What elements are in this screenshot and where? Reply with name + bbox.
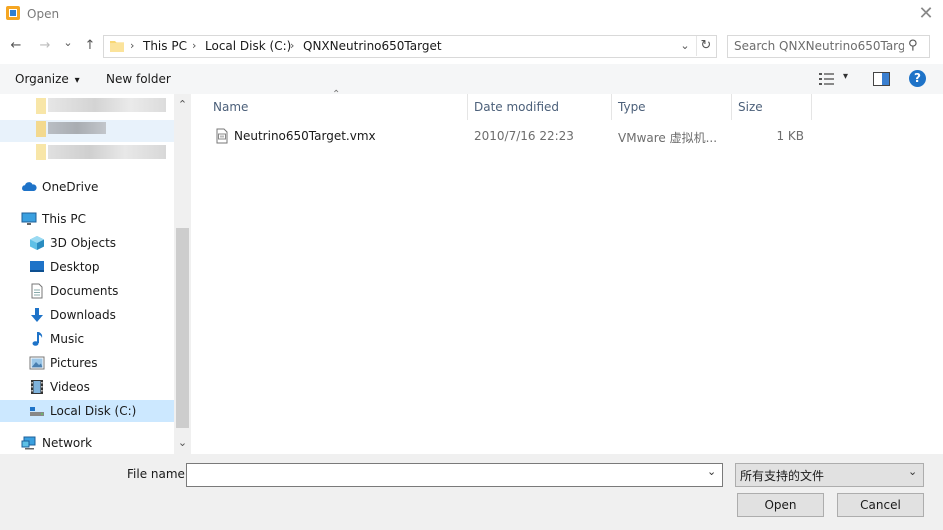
sidebar-item-local-disk[interactable]: Local Disk (C:) — [0, 400, 174, 422]
column-divider[interactable] — [811, 94, 812, 120]
column-divider[interactable] — [731, 94, 732, 120]
column-header-size[interactable]: Size — [738, 100, 763, 114]
organize-label: Organize — [15, 72, 69, 86]
organize-button[interactable]: Organize ▾ — [15, 72, 80, 86]
up-button[interactable]: ↑ — [80, 36, 100, 56]
vmx-file-icon — [216, 128, 228, 144]
search-box[interactable]: ⚲ — [727, 35, 930, 58]
file-date-modified: 2010/7/16 22:23 — [474, 129, 574, 143]
folder-icon — [110, 41, 124, 52]
address-dropdown-button[interactable]: ⌄ — [677, 36, 693, 56]
breadcrumb-local-disk[interactable]: Local Disk (C:) — [205, 39, 291, 53]
network-icon — [21, 436, 36, 450]
sidebar-scrollbar-thumb[interactable] — [176, 228, 189, 428]
sidebar-item-music[interactable]: Music — [0, 328, 174, 350]
sidebar-item-videos[interactable]: Videos — [0, 376, 174, 398]
breadcrumb-separator: › — [192, 39, 197, 52]
breadcrumb-current-folder[interactable]: QNXNeutrino650Target — [303, 39, 442, 53]
file-size: 1 KB — [776, 129, 804, 143]
column-divider[interactable] — [611, 94, 612, 120]
sort-ascending-icon: ⌃ — [332, 89, 341, 100]
file-name[interactable]: Neutrino650Target.vmx — [234, 129, 376, 143]
blurred-icon — [36, 98, 46, 114]
blurred-icon — [36, 121, 46, 137]
open-button[interactable]: Open — [737, 493, 824, 517]
cancel-button[interactable]: Cancel — [837, 493, 924, 517]
column-header-type[interactable]: Type — [618, 100, 646, 114]
file-type-filter-value: 所有支持的文件 — [740, 469, 825, 483]
sidebar-item-onedrive[interactable]: OneDrive — [0, 176, 174, 198]
computer-icon — [21, 212, 37, 225]
breadcrumb-this-pc[interactable]: This PC — [143, 39, 187, 53]
sidebar-item-network[interactable]: Network — [0, 432, 174, 454]
onedrive-icon — [22, 182, 37, 191]
file-type: VMware 虚拟机... — [618, 131, 718, 145]
column-divider[interactable] — [467, 94, 468, 120]
file-name-field[interactable]: ⌄ — [186, 463, 723, 487]
search-icon[interactable]: ⚲ — [908, 38, 918, 53]
search-input[interactable] — [734, 38, 904, 54]
window-title: Open — [27, 7, 60, 21]
back-button[interactable]: ← — [6, 36, 26, 56]
scroll-up-button[interactable]: ⌃ — [174, 98, 191, 111]
title-bar — [0, 0, 943, 30]
view-options-icon[interactable] — [819, 72, 835, 86]
sidebar-item-downloads[interactable]: Downloads — [0, 304, 174, 326]
close-button[interactable]: ✕ — [912, 3, 940, 25]
breadcrumb-separator: › — [130, 39, 135, 52]
forward-button[interactable]: → — [35, 36, 55, 56]
sidebar-item-this-pc[interactable]: This PC — [0, 208, 174, 230]
sidebar-item-documents[interactable]: Documents — [0, 280, 174, 302]
file-list-pane[interactable] — [191, 94, 943, 454]
help-button[interactable]: ? — [909, 70, 926, 87]
downloads-icon — [31, 308, 43, 322]
sidebar-item-pictures[interactable]: Pictures — [0, 352, 174, 374]
column-header-name[interactable]: Name — [213, 100, 248, 114]
command-bar: Organize ▾ New folder ▾ ? — [0, 64, 943, 94]
chevron-down-icon[interactable]: ⌄ — [908, 465, 917, 478]
view-dropdown-arrow[interactable]: ▾ — [843, 71, 848, 82]
blurred-label — [48, 122, 106, 134]
drive-icon — [30, 407, 44, 416]
file-type-filter-select[interactable]: 所有支持的文件 ⌄ — [735, 463, 924, 487]
music-icon — [32, 332, 43, 346]
3d-objects-icon — [30, 236, 44, 250]
new-folder-button[interactable]: New folder — [106, 72, 171, 86]
blurred-icon — [36, 144, 46, 160]
recent-locations-button[interactable]: ⌄ — [60, 33, 76, 53]
column-header-date-modified[interactable]: Date modified — [474, 100, 559, 114]
blurred-label — [48, 145, 166, 159]
file-name-label: File name: — [127, 467, 189, 481]
sidebar-item-3d-objects[interactable]: 3D Objects — [0, 232, 174, 254]
breadcrumb-separator: › — [290, 39, 295, 52]
scroll-down-button[interactable]: ⌄ — [174, 436, 191, 449]
blurred-label — [48, 98, 166, 112]
file-name-dropdown-button[interactable]: ⌄ — [707, 465, 716, 478]
sidebar-item-desktop[interactable]: Desktop — [0, 256, 174, 278]
videos-icon — [31, 380, 43, 394]
desktop-icon — [30, 261, 44, 272]
refresh-button[interactable]: ↻ — [696, 36, 715, 56]
pictures-icon — [29, 356, 45, 370]
chevron-down-icon: ▾ — [74, 75, 80, 86]
preview-pane-icon[interactable] — [873, 72, 890, 86]
navigation-pane[interactable]: OneDrive This PC 3D Objects Desktop Docu… — [0, 94, 174, 454]
vmware-app-icon — [6, 6, 20, 20]
address-bar[interactable]: › This PC › Local Disk (C:) › QNXNeutrin… — [103, 35, 717, 58]
documents-icon — [31, 283, 43, 299]
